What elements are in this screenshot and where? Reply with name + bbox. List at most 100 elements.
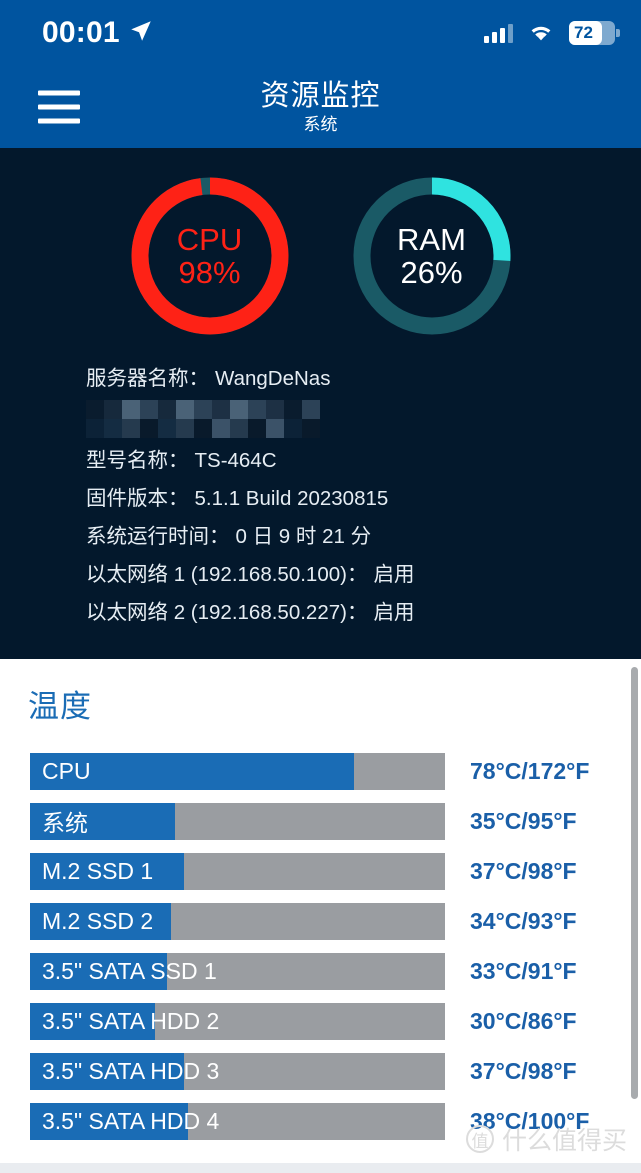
info-label: 以太网络 2 (192.168.50.227)： [86,600,368,624]
app-header: 资源监控 系统 [0,66,641,148]
temperature-bar: 3.5" SATA SSD 1 [30,952,445,990]
temperature-title: 温度 [28,689,92,724]
ram-gauge-text: RAM 26% [350,174,514,338]
redaction-tile [194,419,212,438]
temperature-value: 33°C/91°F [470,957,577,984]
cellular-signal-icon [484,23,513,43]
redaction-tile [104,400,122,419]
redaction-tile [104,419,122,438]
redaction-tile [176,400,194,419]
temperature-row: M.2 SSD 2 34°C/93°F [0,896,641,946]
usage-gauges: CPU 98% RAM 26% [0,162,641,338]
bottom-strip [0,1163,641,1173]
redaction-tile [284,419,302,438]
redaction-tile [302,419,320,438]
temperature-bar-label: M.2 SSD 2 [42,907,154,934]
redaction-tile [158,419,176,438]
temperature-bar-label: CPU [42,757,91,784]
info-label: 型号名称： [86,448,189,472]
resource-monitor-screen: 00:01 72 资源监控 系统 CPU 98% RAM 26% 服务器名称： … [0,0,641,1173]
page-title: 资源监控 [260,80,381,113]
info-value: 0 日 9 时 21 分 [235,524,372,548]
redaction-tile [194,400,212,419]
redaction-tile [302,400,320,419]
info-value: 启用 [373,562,415,586]
temperature-value: 38°C/100°F [470,1107,590,1134]
temperature-bar-label: 3.5" SATA HDD 2 [42,1007,220,1034]
temperature-bar: 系统 [30,802,445,840]
redaction-tile [230,419,248,438]
temperature-value: 37°C/98°F [470,857,577,884]
temperature-bar-label: 3.5" SATA HDD 3 [42,1057,220,1084]
header-titles: 资源监控 系统 [260,80,380,134]
temperature-bar: M.2 SSD 2 [30,902,445,940]
redaction-tile [140,400,158,419]
redaction-tile [212,400,230,419]
status-bar-left: 00:01 [42,16,154,50]
temperature-row: CPU 78°C/172°F [0,746,641,796]
info-row-firmware: 固件版本： 5.1.1 Build 20230815 [86,480,641,518]
info-label: 固件版本： [86,486,189,510]
redaction-tile [266,419,284,438]
temperature-value: 78°C/172°F [470,757,590,784]
redaction-tile [86,400,104,419]
status-time: 00:01 [42,16,120,49]
redaction-tile [122,419,140,438]
ram-gauge: RAM 26% [350,174,514,338]
info-label: 系统运行时间： [86,524,230,548]
temperature-bar-label: 系统 [42,810,88,836]
temperature-row: 3.5" SATA SSD 1 33°C/91°F [0,946,641,996]
battery-level: 72 [574,23,593,42]
info-value: TS-464C [194,448,277,472]
location-arrow-icon [128,18,154,49]
redaction-tile [158,400,176,419]
cpu-gauge-label: CPU [176,221,243,257]
info-value: 启用 [373,600,415,624]
redacted-info-row [86,400,320,440]
info-label: 以太网络 1 (192.168.50.100)： [86,562,368,586]
temperature-value: 35°C/95°F [470,807,577,834]
redaction-tile [140,419,158,438]
temperature-section: 温度 CPU 78°C/172°F 系统 35°C/95°F M.2 SSD 1 37°C… [0,659,641,1173]
status-bar-right: 72 [484,21,620,45]
info-value: 5.1.1 Build 20230815 [194,486,389,510]
battery-icon: 72 [569,21,620,45]
info-row-model-name: 型号名称： TS-464C [86,442,641,480]
status-bar: 00:01 72 [0,0,641,66]
info-value: WangDeNas [215,366,331,390]
temperature-bar-label: 3.5" SATA SSD 1 [42,957,217,984]
temperature-row: 3.5" SATA HDD 2 30°C/86°F [0,996,641,1046]
system-overview-panel: CPU 98% RAM 26% 服务器名称： WangDeNas 型号名称： T… [0,148,641,659]
temperature-row: 3.5" SATA HDD 4 38°C/100°F [0,1096,641,1146]
temperature-bar: CPU [30,752,445,790]
redaction-tile [86,419,104,438]
redaction-tile [176,419,194,438]
cpu-gauge: CPU 98% [128,174,292,338]
page-subtitle: 系统 [303,114,338,134]
info-row-uptime: 系统运行时间： 0 日 9 时 21 分 [86,518,641,556]
redaction-tile [212,419,230,438]
temperature-value: 37°C/98°F [470,1057,577,1084]
system-info-list: 服务器名称： WangDeNas 型号名称： TS-464C 固件版本： 5.1… [0,360,641,632]
temperature-bar-label: 3.5" SATA HDD 4 [42,1107,220,1134]
info-label: 服务器名称： [86,366,209,390]
hamburger-menu-icon[interactable] [38,90,80,124]
wifi-icon [527,23,555,43]
info-row-server-name: 服务器名称： WangDeNas [86,360,641,398]
temperature-row: M.2 SSD 1 37°C/98°F [0,846,641,896]
redaction-tile [248,400,266,419]
temperature-bar: M.2 SSD 1 [30,852,445,890]
temperature-value: 34°C/93°F [470,907,577,934]
info-row-ethernet-1: 以太网络 1 (192.168.50.100)： 启用 [86,556,641,594]
redaction-tile [122,400,140,419]
cpu-gauge-value: 98% [178,255,241,290]
temperature-bar: 3.5" SATA HDD 4 [30,1102,445,1140]
info-row-ethernet-2: 以太网络 2 (192.168.50.227)： 启用 [86,594,641,632]
redaction-tile [284,400,302,419]
temperature-bar: 3.5" SATA HDD 3 [30,1052,445,1090]
ram-gauge-label: RAM [397,221,466,257]
cpu-gauge-text: CPU 98% [128,174,292,338]
vertical-scrollbar[interactable] [631,667,638,1099]
redaction-tile [266,400,284,419]
temperature-value: 30°C/86°F [470,1007,577,1034]
